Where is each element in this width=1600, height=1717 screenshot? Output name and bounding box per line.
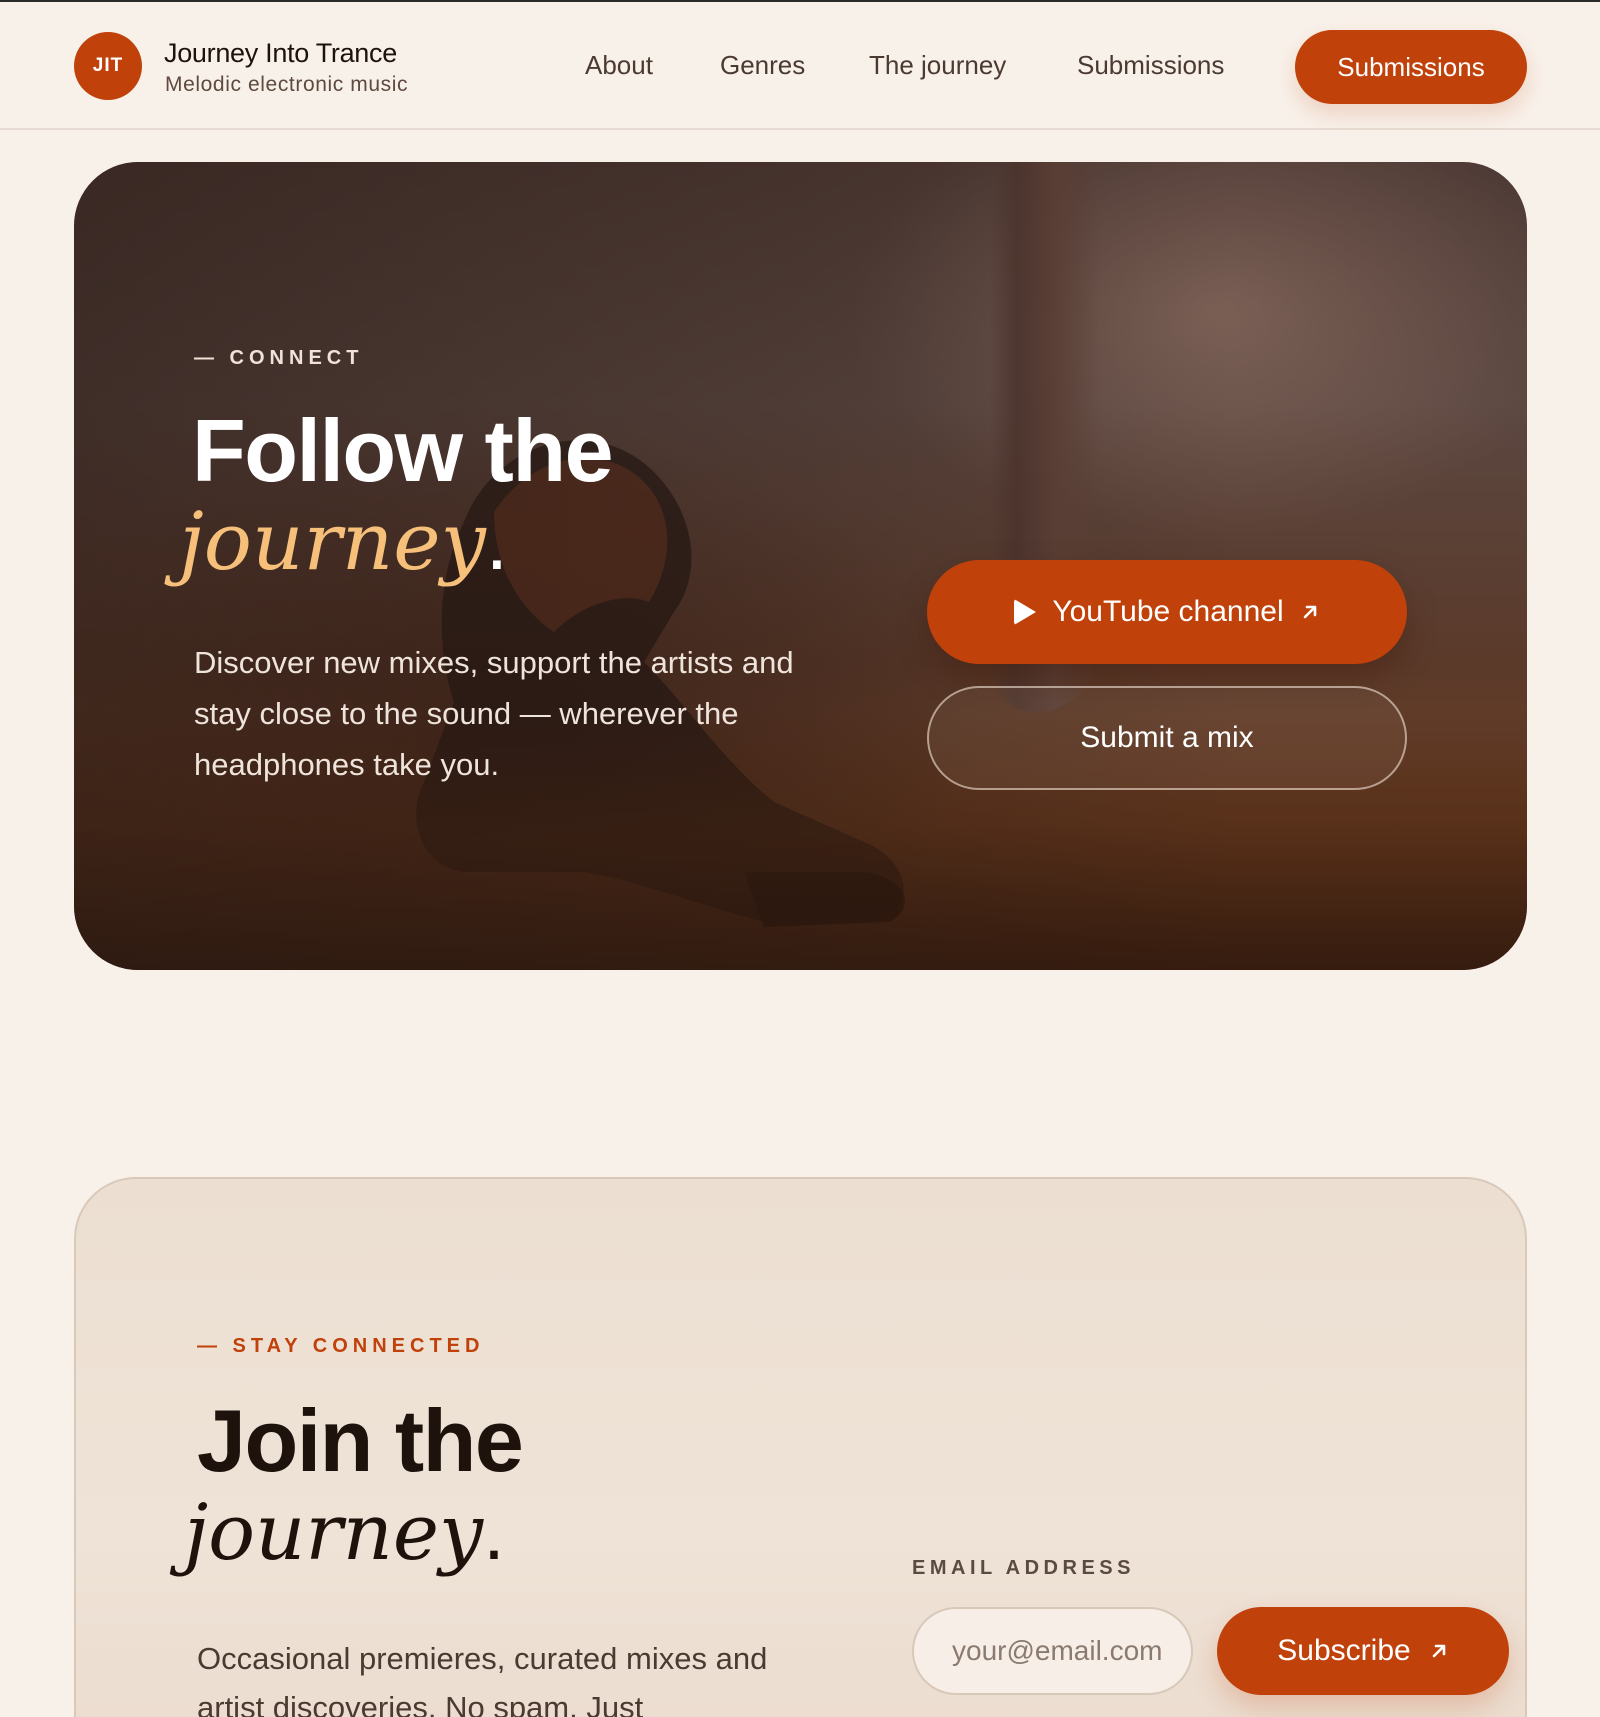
hero-title-emphasis: journey. bbox=[179, 502, 508, 582]
newsletter-eyebrow: — STAY CONNECTED bbox=[197, 1335, 485, 1357]
connect-hero: — CONNECT Follow the journey. Discover n… bbox=[74, 162, 1527, 970]
nav-link-submissions[interactable]: Submissions bbox=[1077, 50, 1224, 81]
subscribe-button-label: Subscribe bbox=[1277, 1634, 1411, 1667]
hero-title-italic: journey bbox=[179, 495, 486, 588]
hero-eyebrow: — CONNECT bbox=[194, 347, 364, 369]
youtube-button-label: YouTube channel bbox=[1052, 595, 1284, 628]
youtube-channel-button[interactable]: YouTube channel bbox=[927, 560, 1407, 664]
hero-title-period: . bbox=[485, 497, 509, 586]
logo-badge[interactable]: JIT bbox=[74, 32, 142, 100]
nav-link-genres[interactable]: Genres bbox=[720, 50, 805, 81]
hero-title: Follow the bbox=[192, 401, 614, 500]
newsletter-card: — STAY CONNECTED Join the journey. Occas… bbox=[74, 1177, 1527, 1717]
brand-subtitle: Melodic electronic music bbox=[165, 73, 409, 96]
arrow-up-right-icon bbox=[1429, 1641, 1449, 1661]
submissions-cta-button[interactable]: Submissions bbox=[1295, 30, 1527, 104]
brand-title[interactable]: Journey Into Trance bbox=[164, 38, 397, 69]
nav-link-about[interactable]: About bbox=[585, 50, 653, 81]
subscribe-button[interactable]: Subscribe bbox=[1217, 1607, 1509, 1695]
submit-mix-button[interactable]: Submit a mix bbox=[927, 686, 1407, 790]
arrow-up-right-icon bbox=[1300, 602, 1320, 622]
newsletter-title-italic: journey bbox=[184, 1488, 484, 1578]
newsletter-title: Join the bbox=[197, 1391, 524, 1490]
email-field-label: EMAIL ADDRESS bbox=[912, 1557, 1135, 1579]
hero-description: Discover new mixes, support the artists … bbox=[194, 645, 794, 782]
newsletter-description: Occasional premieres, curated mixes and … bbox=[197, 1641, 768, 1717]
email-field[interactable] bbox=[912, 1607, 1193, 1695]
newsletter-title-period: . bbox=[483, 1488, 505, 1576]
play-icon bbox=[1014, 599, 1037, 625]
site-header: JIT Journey Into Trance Melodic electron… bbox=[0, 2, 1600, 130]
newsletter-title-emphasis: journey. bbox=[184, 1493, 505, 1572]
nav-link-the-journey[interactable]: The journey bbox=[869, 50, 1006, 81]
